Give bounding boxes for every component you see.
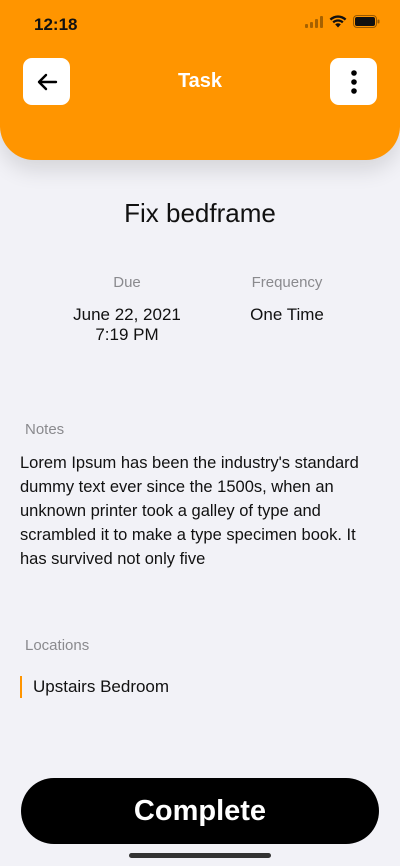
status-time: 12:18 [34,15,78,34]
due-value: June 22, 2021 7:19 PM [62,305,192,345]
notes-text: Lorem Ipsum has been the industry's stan… [20,454,359,568]
more-options-button[interactable] [330,58,377,105]
complete-button[interactable]: Complete [21,778,379,844]
locations-label: Locations [25,637,90,654]
wifi-icon [329,15,347,28]
battery-icon [353,15,380,28]
more-vertical-icon [350,69,357,94]
due-date: June 22, 2021 [73,305,181,324]
frequency-section: Frequency One Time [237,274,337,325]
notes-label: Notes [25,421,65,438]
cellular-signal-icon [305,15,323,28]
frequency-value: One Time [250,305,324,324]
header-bar: 12:18 Task [0,0,400,160]
task-title: Fix bedframe [124,198,276,228]
status-icons [305,15,380,28]
location-item: Upstairs Bedroom [20,676,169,698]
due-label: Due [113,274,141,291]
due-section: Due June 22, 2021 7:19 PM [62,274,192,345]
frequency-label: Frequency [251,274,323,291]
home-indicator [129,853,271,858]
due-time: 7:19 PM [95,325,159,344]
